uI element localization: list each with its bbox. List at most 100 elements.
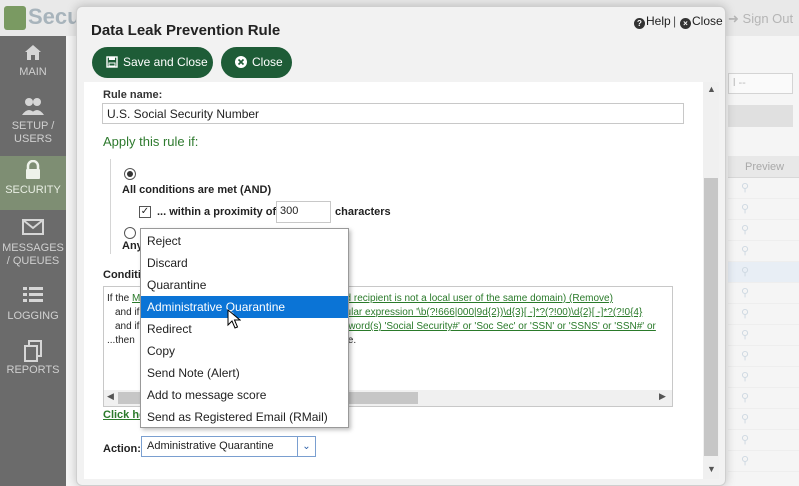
- condition-line: and if: [115, 307, 140, 318]
- condition-link[interactable]: gular expression '\b(?!666|000|9d{2})\d{…: [340, 307, 642, 318]
- sidebar-item-reports[interactable]: REPORTS: [0, 336, 66, 390]
- close-button[interactable]: Close: [221, 47, 292, 78]
- all-conditions-label: All conditions are met (AND): [122, 184, 272, 196]
- envelope-icon: [0, 218, 66, 242]
- proximity-label: ... within a proximity of: [157, 206, 277, 218]
- table-row[interactable]: ⚲: [728, 178, 799, 199]
- action-label: Action:: [103, 443, 141, 455]
- rule-name-label: Rule name:: [103, 89, 163, 101]
- close-icon: ×: [680, 18, 691, 29]
- help-label: Help: [646, 14, 671, 28]
- action-option[interactable]: Quarantine: [141, 274, 348, 296]
- sidebar-item-security[interactable]: SECURITY: [0, 156, 66, 210]
- sidebar-item-messages-queues[interactable]: MESSAGES / QUEUES: [0, 214, 66, 274]
- close-link[interactable]: × Close: [680, 14, 723, 29]
- proximity-checkbox[interactable]: ✓: [139, 206, 151, 218]
- search-icon[interactable]: ⚲: [741, 370, 749, 383]
- remove-link[interactable]: (Remove): [566, 293, 613, 304]
- characters-label: characters: [335, 206, 391, 218]
- table-row[interactable]: ⚲: [728, 262, 799, 283]
- condition-line: and if: [115, 321, 140, 332]
- search-icon[interactable]: ⚲: [741, 223, 749, 236]
- vertical-scroll-thumb[interactable]: [704, 178, 718, 456]
- search-icon[interactable]: ⚲: [741, 244, 749, 257]
- sign-out-link[interactable]: ➜ Sign Out: [728, 11, 793, 27]
- sidebar-item-label: SETUP / USERS: [11, 120, 55, 145]
- condition-line: e word(s) 'Social Security#' or 'Soc Sec…: [340, 321, 656, 332]
- table-row[interactable]: ⚲: [728, 451, 799, 472]
- search-icon[interactable]: ⚲: [741, 286, 749, 299]
- search-icon[interactable]: ⚲: [741, 265, 749, 278]
- search-icon[interactable]: ⚲: [741, 412, 749, 425]
- app-logo-icon: [4, 6, 26, 30]
- table-row[interactable]: ⚲: [728, 241, 799, 262]
- action-option[interactable]: Discard: [141, 252, 348, 274]
- rules-table: Preview ⚲ ⚲ ⚲ ⚲ ⚲ ⚲ ⚲ ⚲ ⚲ ⚲ ⚲ ⚲ ⚲ ⚲: [728, 156, 799, 486]
- all-conditions-radio[interactable]: [124, 168, 136, 180]
- sidebar-item-label: REPORTS: [6, 364, 60, 376]
- table-row[interactable]: ⚲: [728, 388, 799, 409]
- condition-line: If the M: [107, 293, 141, 304]
- conditions-label: Conditi: [103, 269, 141, 281]
- click-here-link[interactable]: Click he: [103, 409, 145, 421]
- action-option[interactable]: Copy: [141, 340, 348, 362]
- action-option-selected[interactable]: Administrative Quarantine: [141, 296, 348, 318]
- condition-link[interactable]: nd recipient is not a local user of the …: [340, 293, 566, 304]
- condition-line: ...then: [107, 335, 135, 346]
- sidebar-item-setup-users[interactable]: SETUP / USERS: [0, 92, 66, 152]
- apply-rule-label: Apply this rule if:: [103, 134, 199, 149]
- search-icon[interactable]: ⚲: [741, 181, 749, 194]
- table-row[interactable]: ⚲: [728, 283, 799, 304]
- sidebar-item-label: MAIN: [19, 66, 47, 78]
- table-row[interactable]: ⚲: [728, 304, 799, 325]
- sidebar-item-label: SECURITY: [5, 184, 61, 196]
- table-row[interactable]: ⚲: [728, 367, 799, 388]
- save-and-close-button[interactable]: Save and Close: [92, 47, 213, 78]
- table-row[interactable]: ⚲: [728, 430, 799, 451]
- vertical-scrollbar[interactable]: ▲ ▼: [703, 82, 719, 479]
- condition-line: nd recipient is not a local user of the …: [340, 293, 613, 304]
- close-button-label: Close: [252, 55, 283, 69]
- search-icon[interactable]: ⚲: [741, 433, 749, 446]
- sidebar-item-logging[interactable]: LOGGING: [0, 282, 66, 336]
- action-option[interactable]: Send Note (Alert): [141, 362, 348, 384]
- table-row[interactable]: ⚲: [728, 409, 799, 430]
- radio-selected-dot: [127, 171, 133, 177]
- help-icon: ?: [634, 18, 645, 29]
- search-icon[interactable]: ⚲: [741, 349, 749, 362]
- rule-name-input[interactable]: [102, 103, 684, 124]
- search-icon[interactable]: ⚲: [741, 307, 749, 320]
- proximity-input[interactable]: 300: [276, 201, 331, 223]
- search-icon[interactable]: ⚲: [741, 328, 749, 341]
- scroll-down-arrow-icon[interactable]: ▼: [707, 464, 716, 474]
- action-select[interactable]: Administrative Quarantine ⌄: [141, 436, 316, 457]
- search-icon[interactable]: ⚲: [741, 391, 749, 404]
- scroll-right-arrow-icon[interactable]: ▶: [659, 391, 666, 402]
- close-link-label: Close: [692, 14, 723, 28]
- table-row[interactable]: ⚲: [728, 346, 799, 367]
- action-dropdown-list: Reject Discard Quarantine Administrative…: [140, 228, 349, 428]
- chevron-down-icon[interactable]: ⌄: [297, 437, 315, 456]
- search-icon[interactable]: ⚲: [741, 202, 749, 215]
- action-option[interactable]: Send as Registered Email (RMail): [141, 406, 348, 428]
- action-option[interactable]: Reject: [141, 230, 348, 252]
- table-row[interactable]: ⚲: [728, 220, 799, 241]
- sidebar-item-main[interactable]: MAIN: [0, 38, 66, 92]
- table-header-preview: Preview: [728, 156, 799, 178]
- lock-icon: [0, 159, 66, 184]
- action-select-value: Administrative Quarantine: [147, 440, 274, 452]
- condition-line: gular expression '\b(?!666|000|9d{2})\d{…: [340, 307, 642, 318]
- action-option[interactable]: Redirect: [141, 318, 348, 340]
- action-option[interactable]: Add to message score: [141, 384, 348, 406]
- scroll-up-arrow-icon[interactable]: ▲: [707, 84, 716, 94]
- scroll-left-arrow-icon[interactable]: ◀: [107, 391, 114, 402]
- search-icon[interactable]: ⚲: [741, 454, 749, 467]
- any-condition-radio[interactable]: [124, 227, 136, 239]
- sidebar-item-label: LOGGING: [7, 310, 59, 322]
- condition-link[interactable]: e word(s) 'Social Security#' or 'Soc Sec…: [340, 321, 656, 332]
- filter-select[interactable]: l --: [728, 73, 793, 94]
- table-row[interactable]: ⚲: [728, 199, 799, 220]
- save-button-label: Save and Close: [123, 55, 208, 69]
- table-row[interactable]: ⚲: [728, 325, 799, 346]
- help-link[interactable]: ? Help: [634, 14, 671, 29]
